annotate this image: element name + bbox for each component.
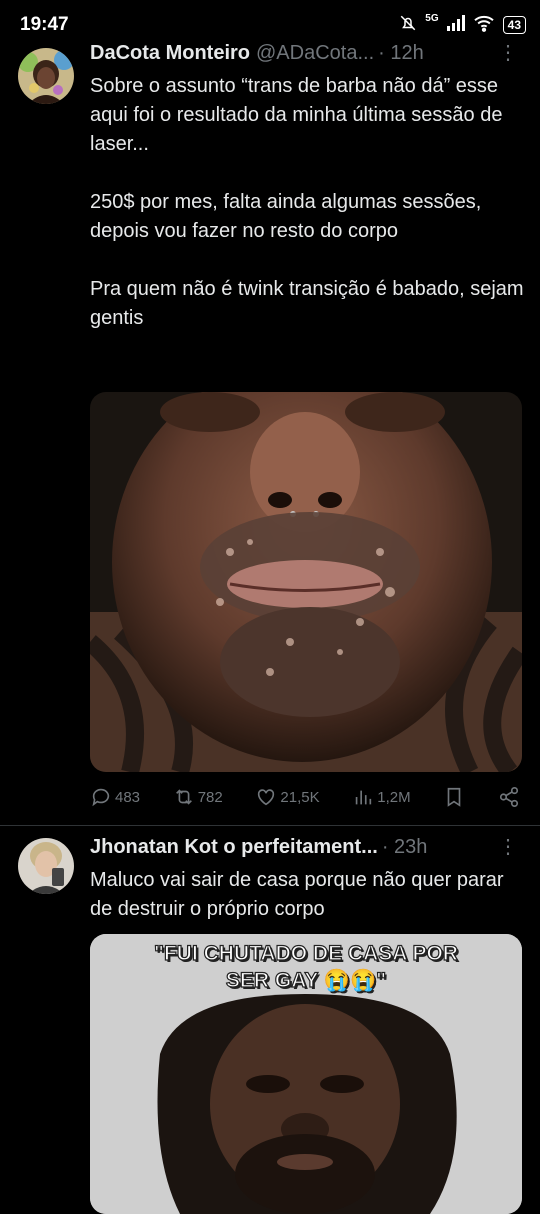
tweet-actions: 483 782 21,5K 1,2M bbox=[90, 786, 520, 808]
tweet-time[interactable]: · 12h bbox=[378, 42, 424, 65]
views-button[interactable]: 1,2M bbox=[352, 786, 411, 808]
bookmark-button[interactable] bbox=[443, 786, 465, 808]
retweet-icon bbox=[175, 789, 192, 805]
avatar[interactable] bbox=[18, 48, 74, 104]
tweet-media[interactable]: "FUI CHUTADO DE CASA POR SER GAY 😭😭" bbox=[90, 934, 522, 1214]
tweet[interactable]: DaCota Monteiro @ADaCota... · 12h ⋮ Sobr… bbox=[0, 0, 540, 826]
share-button[interactable] bbox=[498, 786, 520, 808]
share-icon bbox=[499, 787, 519, 807]
more-options-icon[interactable]: ⋮ bbox=[498, 837, 518, 857]
like-button[interactable]: 21,5K bbox=[255, 786, 320, 808]
face-photo bbox=[90, 392, 522, 772]
like-count: 21,5K bbox=[280, 788, 320, 806]
views-icon bbox=[356, 790, 372, 805]
tweet-media[interactable] bbox=[90, 392, 522, 772]
heart-icon bbox=[258, 789, 275, 806]
reply-button[interactable]: 483 bbox=[90, 786, 140, 808]
tweet-header: DaCota Monteiro @ADaCota... · 12h bbox=[90, 42, 520, 65]
author-name[interactable]: Jhonatan Kot o perfeitament... bbox=[90, 836, 378, 859]
meme-caption: "FUI CHUTADO DE CASA POR SER GAY 😭😭" bbox=[153, 941, 458, 992]
reply-icon bbox=[92, 788, 110, 807]
author-name[interactable]: DaCota Monteiro bbox=[90, 42, 250, 65]
tweet[interactable]: Jhonatan Kot o perfeitament... · 23h ⋮ M… bbox=[0, 826, 540, 1214]
avatar[interactable] bbox=[18, 838, 74, 894]
more-options-icon[interactable]: ⋮ bbox=[498, 43, 518, 63]
views-count: 1,2M bbox=[377, 788, 411, 806]
reply-count: 483 bbox=[115, 788, 141, 806]
author-handle[interactable]: @ADaCota... bbox=[256, 42, 374, 65]
tweet-header: Jhonatan Kot o perfeitament... · 23h bbox=[90, 836, 520, 859]
tweet-text: Maluco vai sair de casa porque não quer … bbox=[90, 869, 510, 920]
bookmark-icon bbox=[447, 787, 461, 807]
tweet-text: Sobre o assunto “trans de barba não dá” … bbox=[90, 75, 524, 329]
tweet-time[interactable]: · 23h bbox=[382, 836, 428, 859]
retweet-count: 782 bbox=[197, 788, 223, 806]
retweet-button[interactable]: 782 bbox=[173, 786, 223, 808]
